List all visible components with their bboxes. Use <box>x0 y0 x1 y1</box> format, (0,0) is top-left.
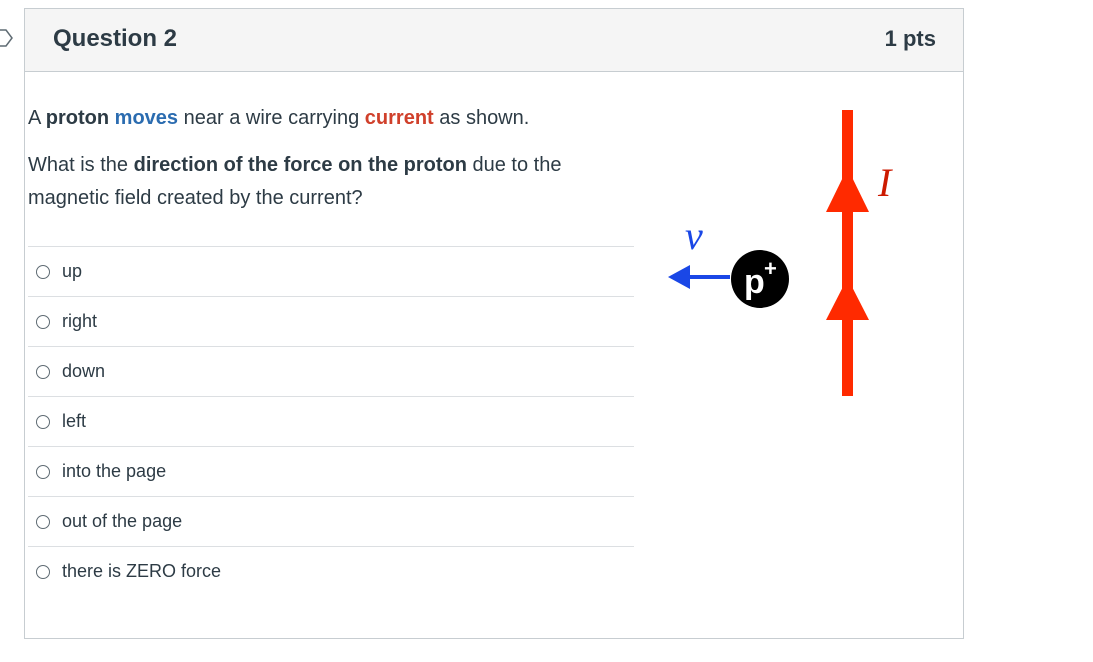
text-proton: proton <box>45 107 110 129</box>
velocity-label: v <box>685 213 703 258</box>
chevron-right-icon[interactable] <box>0 28 16 48</box>
answer-label[interactable]: right <box>62 311 97 332</box>
radio-button[interactable] <box>36 414 50 429</box>
question-line-1: A proton moves near a wire carrying curr… <box>28 102 638 135</box>
answer-option[interactable]: down <box>28 346 634 396</box>
radio-button[interactable] <box>36 564 50 579</box>
text-mid: near a wire carrying <box>178 107 365 129</box>
answer-option[interactable]: up <box>28 246 634 296</box>
quiz-page: Question 2 1 pts A proton moves near a w… <box>0 0 1093 662</box>
text-start: What is the <box>28 154 134 176</box>
answer-label[interactable]: down <box>62 361 105 382</box>
text-end: as shown. <box>433 107 530 129</box>
radio-button[interactable] <box>36 264 50 279</box>
question-text: A proton moves near a wire carrying curr… <box>28 102 638 215</box>
answer-option[interactable]: there is ZERO force <box>28 546 634 596</box>
answer-option[interactable]: right <box>28 296 634 346</box>
text-current: current <box>364 107 434 129</box>
answer-option[interactable]: into the page <box>28 446 634 496</box>
answer-label[interactable]: there is ZERO force <box>62 561 221 582</box>
answer-label[interactable]: left <box>62 411 86 432</box>
answer-option[interactable]: out of the page <box>28 496 634 546</box>
physics-diagram: I v p + <box>668 110 893 396</box>
answer-list: up right down left into the page out of … <box>28 246 634 596</box>
text-moves: moves <box>114 107 179 129</box>
radio-button[interactable] <box>36 364 50 379</box>
proton-charge: + <box>764 256 777 281</box>
text-a: A <box>28 107 46 129</box>
proton-label: p <box>744 263 765 301</box>
velocity-arrow-head <box>668 265 690 289</box>
current-label: I <box>877 160 893 205</box>
question-points: 1 pts <box>884 26 936 51</box>
current-arrow-up <box>826 168 869 212</box>
question-line-2: What is the direction of the force on th… <box>28 149 638 215</box>
answer-label[interactable]: out of the page <box>62 511 182 532</box>
radio-button[interactable] <box>36 464 50 479</box>
question-header: Question 2 1 pts <box>25 9 963 72</box>
answer-label[interactable]: into the page <box>62 461 166 482</box>
current-wire <box>842 110 853 396</box>
current-arrow-up-lower <box>826 278 869 320</box>
answer-option[interactable]: left <box>28 396 634 446</box>
radio-button[interactable] <box>36 314 50 329</box>
text-emphasis: direction of the force on the proton <box>133 154 467 176</box>
radio-button[interactable] <box>36 514 50 529</box>
answer-label[interactable]: up <box>62 261 82 282</box>
question-title: Question 2 <box>53 25 178 52</box>
